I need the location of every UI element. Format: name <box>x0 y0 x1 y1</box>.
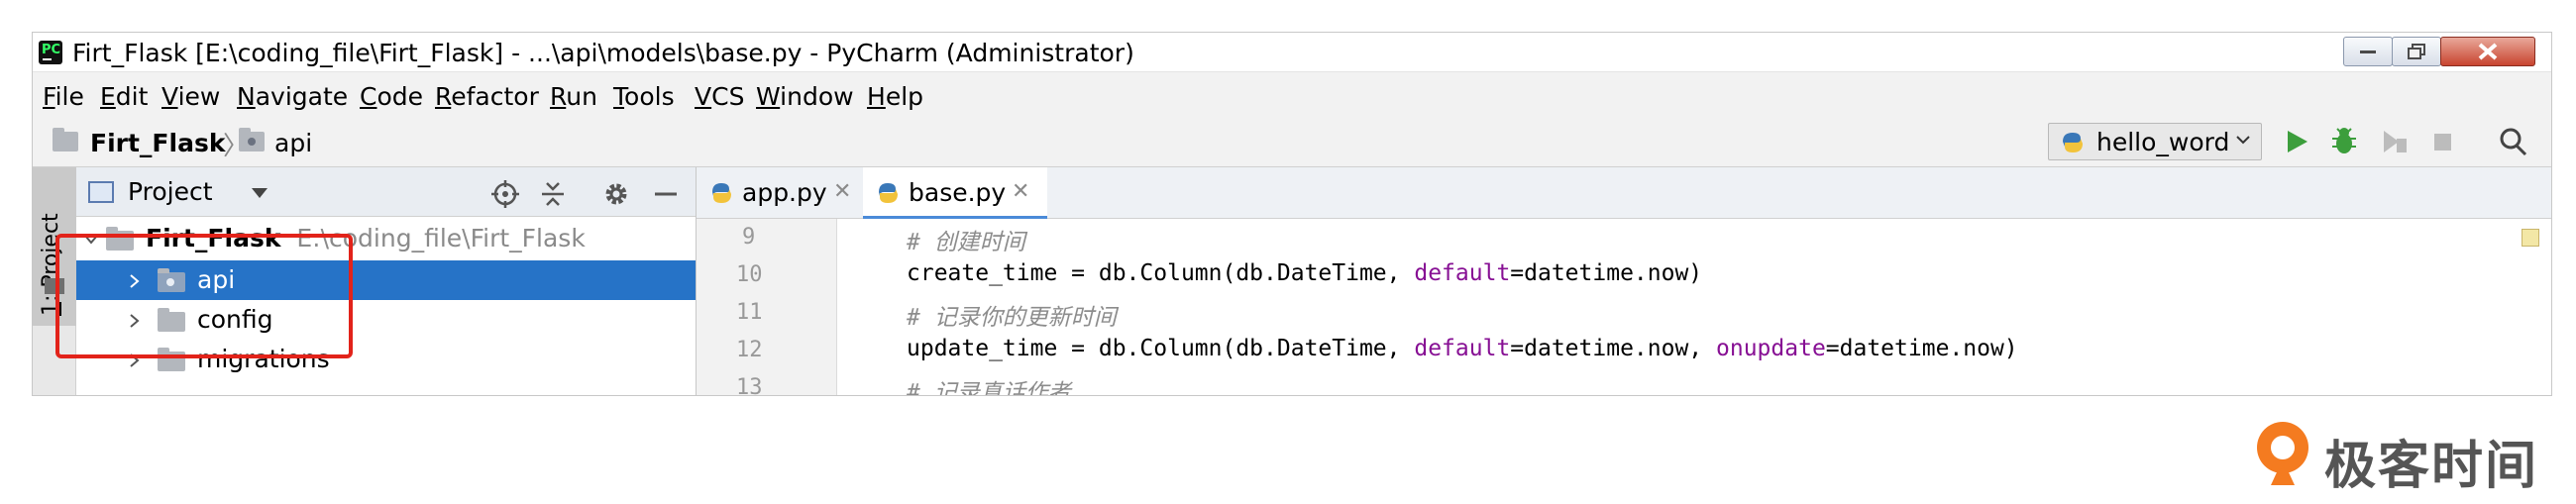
restore-icon <box>2408 44 2425 59</box>
locate-icon[interactable] <box>490 179 520 209</box>
window-title: Firt_Flask [E:\coding_file\Firt_Flask] -… <box>72 39 1134 67</box>
debug-icon[interactable] <box>2329 125 2359 158</box>
menu-window[interactable]: Window <box>756 82 854 111</box>
project-view-selector[interactable]: Project <box>128 177 213 206</box>
tab-app-py[interactable]: app.py ✕ <box>697 167 861 219</box>
collapse-all-icon[interactable] <box>538 179 568 209</box>
code-line: # 创建时间 <box>907 230 1025 255</box>
menu-refactor[interactable]: Refactor <box>435 82 539 111</box>
python-file-icon <box>879 183 898 203</box>
run-configuration-select[interactable]: hello_word <box>2048 123 2262 160</box>
menu-run[interactable]: Run <box>550 82 597 111</box>
code-line: update_time = db.Column(db.DateTime, def… <box>907 336 2018 361</box>
geektime-logo-icon <box>2257 422 2308 485</box>
tab-base-py[interactable]: base.py ✕ <box>863 167 1047 219</box>
close-button[interactable] <box>2440 37 2535 66</box>
line-number: 13 <box>736 375 763 396</box>
line-number: 10 <box>736 262 763 287</box>
search-icon[interactable] <box>2498 125 2529 158</box>
minimize-icon <box>2360 50 2376 53</box>
line-number: 12 <box>736 338 763 362</box>
package-folder-icon <box>239 128 265 151</box>
menu-vcs[interactable]: VCS <box>695 82 744 111</box>
editor-tabs: app.py ✕ base.py ✕ <box>697 167 2551 219</box>
line-number-gutter: 9 10 11 12 13 <box>697 219 837 396</box>
pycharm-window: PC Firt_Flask [E:\coding_file\Firt_Flask… <box>32 32 2552 396</box>
line-number: 11 <box>736 300 763 325</box>
code-line: # 记录真话作者 <box>907 380 1071 396</box>
geektime-watermark: 极客时间 <box>2249 416 2566 496</box>
menu-file[interactable]: File <box>43 82 84 111</box>
gear-icon[interactable] <box>601 179 631 209</box>
menu-navigate[interactable]: Navigate <box>237 82 348 111</box>
code-line: # 记录你的更新时间 <box>907 305 1117 331</box>
coverage-icon[interactable] <box>2379 125 2409 158</box>
annotation-highlight-box <box>55 234 353 358</box>
menu-bar: File Edit View Navigate Code Refactor Ru… <box>33 72 2551 116</box>
breadcrumb-project[interactable]: Firt_Flask <box>90 129 225 157</box>
project-view-icon <box>88 181 114 203</box>
menu-tools[interactable]: Tools <box>613 82 675 111</box>
python-icon <box>2063 133 2083 152</box>
title-bar[interactable]: PC Firt_Flask [E:\coding_file\Firt_Flask… <box>33 33 2551 72</box>
python-file-icon <box>712 183 731 203</box>
stop-icon[interactable] <box>2428 125 2458 158</box>
menu-view[interactable]: View <box>161 82 220 111</box>
close-icon <box>2478 43 2498 60</box>
close-tab-icon[interactable]: ✕ <box>1012 179 1029 204</box>
pycharm-logo-icon: PC <box>39 41 62 64</box>
chevron-down-icon <box>2236 136 2250 145</box>
watermark-text: 极客时间 <box>2324 437 2539 496</box>
code-line: create_time = db.Column(db.DateTime, def… <box>907 260 1703 286</box>
run-icon[interactable] <box>2282 125 2311 158</box>
tab-label: app.py <box>742 178 827 207</box>
navigation-bar: Firt_Flask 〉 api hello_word <box>33 116 2551 167</box>
menu-code[interactable]: Code <box>360 82 423 111</box>
folder-icon <box>53 128 78 151</box>
line-number: 9 <box>742 225 756 250</box>
minimize-button[interactable] <box>2343 37 2393 66</box>
breadcrumb-folder[interactable]: api <box>274 129 312 157</box>
hide-panel-icon[interactable] <box>651 179 681 209</box>
code-editor[interactable]: # 创建时间 create_time = db.Column(db.DateTi… <box>837 219 2551 396</box>
inspection-marker[interactable] <box>2522 229 2539 247</box>
project-panel-header: Project <box>76 167 696 217</box>
close-tab-icon[interactable]: ✕ <box>833 179 851 204</box>
caret-down-icon[interactable] <box>251 187 268 199</box>
tab-label: base.py <box>909 178 1007 207</box>
menu-help[interactable]: Help <box>867 82 923 111</box>
menu-edit[interactable]: Edit <box>100 82 148 111</box>
restore-button[interactable] <box>2392 37 2441 66</box>
